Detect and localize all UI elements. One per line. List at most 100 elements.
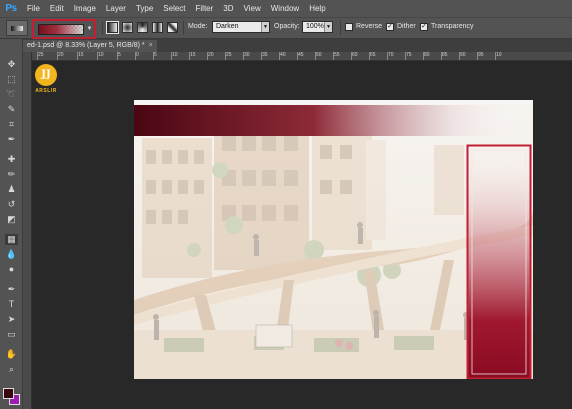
shape-tool-icon[interactable]: ▭ (5, 329, 18, 340)
menu-type[interactable]: Type (131, 0, 158, 17)
ruler-tick: 65 (369, 52, 376, 60)
gradient-swatch[interactable] (38, 24, 84, 35)
side-gradient-panel (467, 145, 531, 379)
ruler-tick: 95 (477, 52, 484, 60)
photoshop-logo: Ps (5, 3, 17, 14)
history-brush-tool-icon[interactable]: ↺ (5, 199, 18, 210)
ruler-tick: 20 (57, 52, 64, 60)
menu-view[interactable]: View (239, 0, 266, 17)
marquee-tool-icon[interactable]: ⬚ (5, 74, 18, 85)
radial-gradient-button[interactable] (122, 22, 133, 33)
ruler-tick: 20 (207, 52, 214, 60)
healing-brush-tool-icon[interactable]: ✚ (5, 154, 18, 165)
menu-filter[interactable]: Filter (191, 0, 219, 17)
document-canvas[interactable] (134, 100, 533, 379)
brush-tool-icon[interactable]: ✏ (5, 169, 18, 180)
ruler-tick: 60 (351, 52, 358, 60)
gradient-dropdown-icon[interactable]: ▼ (86, 25, 93, 33)
close-icon[interactable]: × (149, 40, 153, 52)
type-tool-icon[interactable]: T (5, 299, 18, 310)
crop-tool-icon[interactable]: ⌗ (5, 119, 18, 130)
blur-tool-icon[interactable]: 💧 (5, 249, 18, 260)
separator (102, 21, 103, 35)
menu-bar: Ps File Edit Image Layer Type Select Fil… (0, 0, 572, 17)
separator (183, 21, 184, 35)
reverse-label: Reverse (356, 23, 383, 30)
canvas-artwork (134, 100, 533, 379)
reflected-gradient-button[interactable] (152, 22, 163, 33)
opacity-field[interactable]: 100% ▼ (302, 21, 333, 33)
ruler-tick: 25 (37, 52, 44, 60)
lasso-tool-icon[interactable]: ➰ (5, 89, 18, 100)
mode-select[interactable]: Darken ▼ (212, 21, 270, 33)
foreground-color-swatch[interactable] (3, 388, 14, 399)
ruler-tick: 40 (279, 52, 286, 60)
eraser-tool-icon[interactable]: ◩ (5, 214, 18, 225)
ruler-tick: 50 (315, 52, 322, 60)
transparency-checkbox[interactable]: ✓ (420, 23, 428, 31)
photoshop-window: Ps File Edit Image Layer Type Select Fil… (0, 0, 572, 409)
opacity-label: Opacity: (274, 23, 300, 30)
ruler-tick: 10 (171, 52, 178, 60)
chevron-down-icon: ▼ (324, 22, 332, 32)
ruler-tick: 55 (333, 52, 340, 60)
top-gradient-bar (134, 105, 533, 136)
options-bar: ▼ Mode: Darken ▼ Opacity: 100% ▼ Reverse… (0, 17, 572, 39)
ruler-tick: 70 (387, 52, 394, 60)
menu-3d[interactable]: 3D (218, 0, 238, 17)
mode-label: Mode: (188, 23, 208, 30)
angle-gradient-button[interactable] (137, 22, 148, 33)
horizontal-ruler[interactable]: 25 20 15 10 5 0 5 10 15 20 25 30 35 40 4… (32, 52, 572, 61)
ruler-tick: 5 (153, 52, 157, 60)
clone-stamp-tool-icon[interactable]: ♟ (5, 184, 18, 195)
path-selection-tool-icon[interactable]: ➤ (5, 314, 18, 325)
ruler-tick: 80 (423, 52, 430, 60)
pen-tool-icon[interactable]: ✒ (5, 284, 18, 295)
menu-file[interactable]: File (22, 0, 45, 17)
separator (340, 21, 341, 35)
ruler-tick: 0 (135, 52, 139, 60)
tool-preset-picker[interactable] (6, 20, 28, 36)
menu-edit[interactable]: Edit (45, 0, 69, 17)
mode-value: Darken (216, 23, 239, 30)
ruler-tick: 85 (441, 52, 448, 60)
document-tab-title: ed-1.psd @ 8.33% (Layer 5, RGB/8) * (27, 42, 145, 49)
document-tab[interactable]: ed-1.psd @ 8.33% (Layer 5, RGB/8) * × (23, 40, 157, 52)
gradient-tool-icon[interactable]: ▦ (5, 234, 18, 245)
reverse-checkbox[interactable] (345, 23, 353, 31)
eyedropper-tool-icon[interactable]: ✒ (5, 134, 18, 145)
dither-checkbox[interactable]: ✓ (386, 23, 394, 31)
menu-help[interactable]: Help (304, 0, 330, 17)
gradient-picker-highlight: ▼ (32, 19, 96, 39)
tools-panel: ✥ ⬚ ➰ ✎ ⌗ ✒ ✚ ✏ ♟ ↺ ◩ ▦ 💧 ● ✒ T ➤ ▭ ✋ ⌕ (0, 39, 23, 409)
menu-image[interactable]: Image (69, 0, 101, 17)
ruler-tick: 90 (459, 52, 466, 60)
quick-select-tool-icon[interactable]: ✎ (5, 104, 18, 115)
ruler-tick: 30 (243, 52, 250, 60)
dodge-tool-icon[interactable]: ● (5, 264, 18, 275)
diamond-gradient-button[interactable] (167, 22, 178, 33)
hand-tool-icon[interactable]: ✋ (5, 349, 18, 360)
chevron-down-icon: ▼ (261, 22, 269, 32)
ruler-tick: 25 (225, 52, 232, 60)
menu-select[interactable]: Select (158, 0, 190, 17)
ruler-tick: 75 (405, 52, 412, 60)
move-tool-icon[interactable]: ✥ (5, 59, 18, 70)
ruler-tick: 15 (189, 52, 196, 60)
opacity-value: 100% (306, 23, 324, 30)
dither-label: Dither (397, 23, 416, 30)
ruler-tick: 10 (97, 52, 104, 60)
ruler-tick: 15 (77, 52, 84, 60)
transparency-label: Transparency (431, 23, 474, 30)
ruler-tick: 45 (297, 52, 304, 60)
document-tab-bar: ed-1.psd @ 8.33% (Layer 5, RGB/8) * × (23, 39, 572, 52)
zoom-tool-icon[interactable]: ⌕ (5, 364, 18, 375)
vertical-ruler[interactable] (23, 52, 32, 409)
linear-gradient-button[interactable] (106, 21, 119, 34)
top-strip (134, 100, 533, 103)
logo-badge: JJ (35, 64, 57, 86)
menu-window[interactable]: Window (266, 0, 304, 17)
menu-layer[interactable]: Layer (101, 0, 131, 17)
site-logo: JJ ARSLIR (33, 64, 59, 98)
ruler-tick: 35 (261, 52, 268, 60)
